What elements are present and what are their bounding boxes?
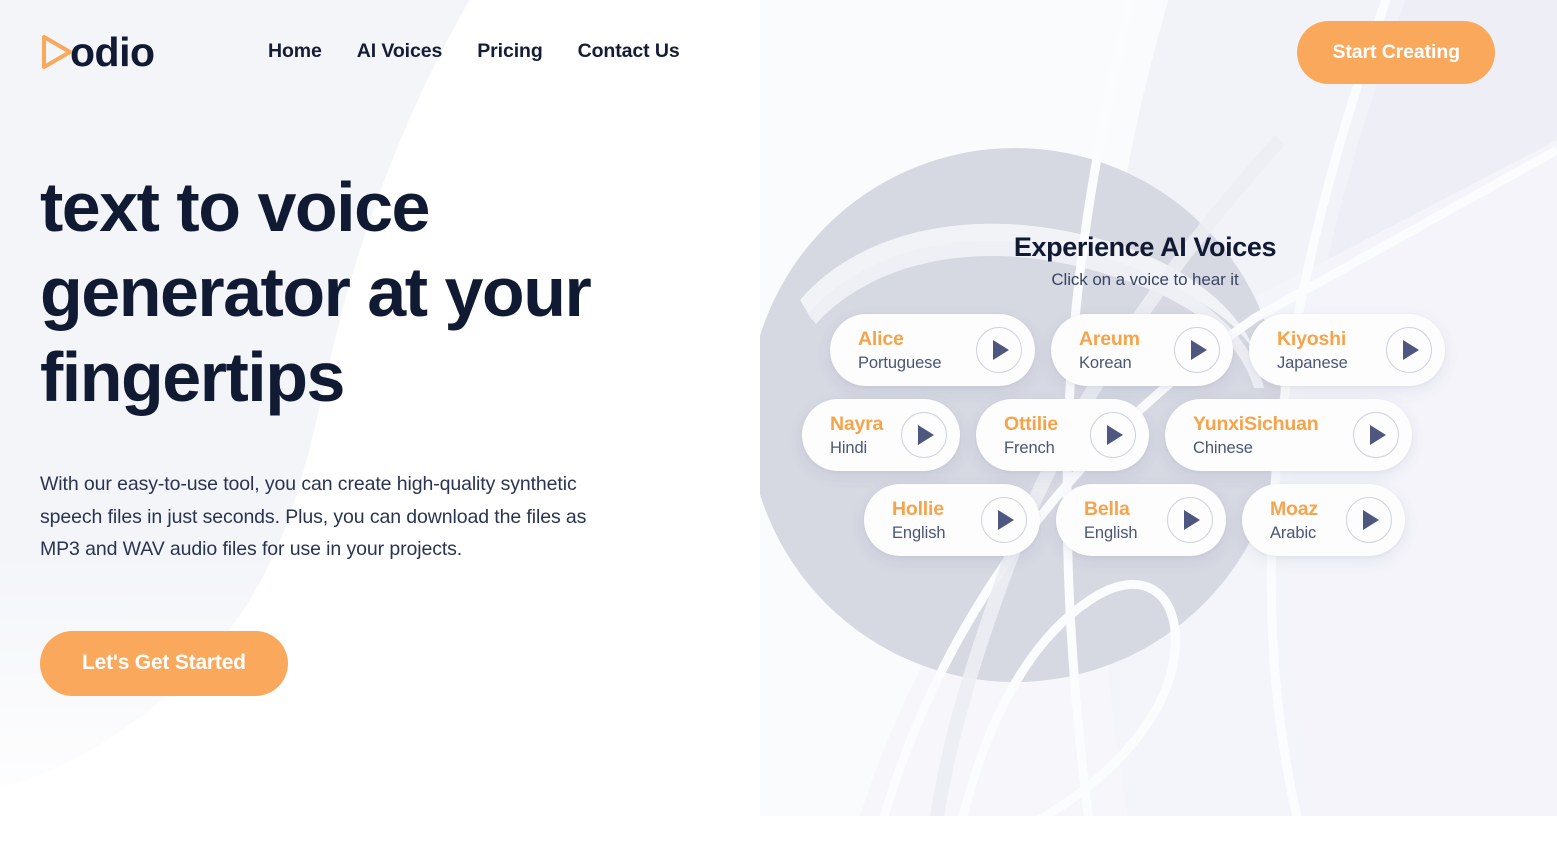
voices-panel-subtitle: Click on a voice to hear it [1051, 270, 1239, 289]
voice-card-meta: Kiyoshi Japanese [1277, 327, 1348, 374]
play-triangle-glyph [1363, 510, 1379, 530]
brand-name: odio [70, 28, 155, 75]
voice-card-row: Hollie English Bella English Moaz Arabic [760, 484, 1530, 556]
voice-name: Areum [1079, 327, 1140, 350]
voice-language: Korean [1079, 353, 1132, 372]
play-icon[interactable] [1090, 412, 1136, 458]
voice-language: English [1084, 523, 1138, 542]
voice-language: Japanese [1277, 353, 1348, 372]
voice-card[interactable]: Hollie English [864, 484, 1040, 556]
play-icon[interactable] [1174, 327, 1220, 373]
voice-card[interactable]: Moaz Arabic [1242, 484, 1405, 556]
voice-card-meta: YunxiSichuan Chinese [1193, 412, 1319, 459]
brand-logo[interactable]: odio [40, 28, 155, 76]
voice-card-meta: Moaz Arabic [1270, 497, 1318, 544]
voice-card-meta: Alice Portuguese [858, 327, 942, 374]
voice-card[interactable]: Ottilie French [976, 399, 1149, 471]
voice-language: Chinese [1193, 438, 1253, 457]
voice-card[interactable]: Bella English [1056, 484, 1226, 556]
play-triangle-glyph [1403, 340, 1419, 360]
play-triangle-glyph [1184, 510, 1200, 530]
voice-language: Portuguese [858, 353, 942, 372]
voice-card[interactable]: YunxiSichuan Chinese [1165, 399, 1412, 471]
play-icon[interactable] [976, 327, 1022, 373]
voice-language: Arabic [1270, 523, 1317, 542]
voice-name: Kiyoshi [1277, 327, 1347, 350]
hero-section: text to voice generator at your fingerti… [40, 165, 720, 696]
voice-language: English [892, 523, 946, 542]
voice-name: Alice [858, 327, 904, 350]
voice-card-row: Nayra Hindi Ottilie French YunxiSichuan Chine… [760, 399, 1530, 471]
main-nav: Home AI Voices Pricing Contact Us [268, 36, 680, 67]
voice-card[interactable]: Nayra Hindi [802, 399, 960, 471]
voice-language: Hindi [830, 438, 868, 457]
voice-name: YunxiSichuan [1193, 412, 1319, 435]
hero-title-line-1: text to voice [40, 168, 430, 246]
play-icon[interactable] [901, 412, 947, 458]
voice-name: Moaz [1270, 497, 1318, 520]
voice-card-meta: Hollie English [892, 497, 946, 544]
play-triangle-glyph [918, 425, 934, 445]
play-icon[interactable] [1167, 497, 1213, 543]
play-triangle-icon [40, 32, 74, 72]
play-triangle-glyph [1107, 425, 1123, 445]
voice-card[interactable]: Alice Portuguese [830, 314, 1035, 386]
voice-card-row: Alice Portuguese Areum Korean Kiyoshi Japanes… [760, 314, 1530, 386]
voice-card-grid: Alice Portuguese Areum Korean Kiyoshi Japanes… [760, 314, 1530, 556]
page-title: text to voice generator at your fingerti… [40, 165, 720, 420]
voice-card[interactable]: Areum Korean [1051, 314, 1233, 386]
voice-language: French [1004, 438, 1055, 457]
voices-panel-title: Experience AI Voices [1013, 232, 1277, 262]
play-icon[interactable] [1386, 327, 1432, 373]
voice-card[interactable]: Kiyoshi Japanese [1249, 314, 1445, 386]
play-icon[interactable] [1353, 412, 1399, 458]
voice-name: Nayra [830, 412, 884, 435]
nav-item-ai-voices[interactable]: AI Voices [357, 36, 443, 67]
nav-item-home[interactable]: Home [268, 36, 322, 67]
hero-description: With our easy-to-use tool, you can creat… [40, 473, 587, 560]
site-header: odio Home AI Voices Pricing Contact Us S… [0, 0, 1557, 105]
play-triangle-glyph [1191, 340, 1207, 360]
hero-title-line-3: fingertips [40, 338, 345, 416]
voice-card-meta: Nayra Hindi [830, 412, 883, 459]
play-triangle-glyph [1370, 425, 1386, 445]
play-triangle-glyph [993, 340, 1009, 360]
voice-card-meta: Bella English [1084, 497, 1138, 544]
play-triangle-glyph [998, 510, 1014, 530]
hero-title-line-2: generator at your [40, 253, 592, 331]
nav-item-pricing[interactable]: Pricing [477, 36, 543, 67]
voice-name: Bella [1084, 497, 1130, 520]
voice-name: Hollie [892, 497, 944, 520]
voice-card-meta: Areum Korean [1079, 327, 1140, 374]
nav-item-contact-us[interactable]: Contact Us [578, 36, 680, 67]
voices-panel: Experience AI Voices Click on a voice to… [760, 230, 1530, 556]
play-icon[interactable] [1346, 497, 1392, 543]
page-root: odio Home AI Voices Pricing Contact Us S… [0, 0, 1557, 852]
start-creating-button[interactable]: Start Creating [1297, 21, 1495, 84]
play-icon[interactable] [981, 497, 1027, 543]
lets-get-started-button[interactable]: Let's Get Started [40, 630, 288, 696]
voice-card-meta: Ottilie French [1004, 412, 1058, 459]
voice-name: Ottilie [1004, 412, 1058, 435]
